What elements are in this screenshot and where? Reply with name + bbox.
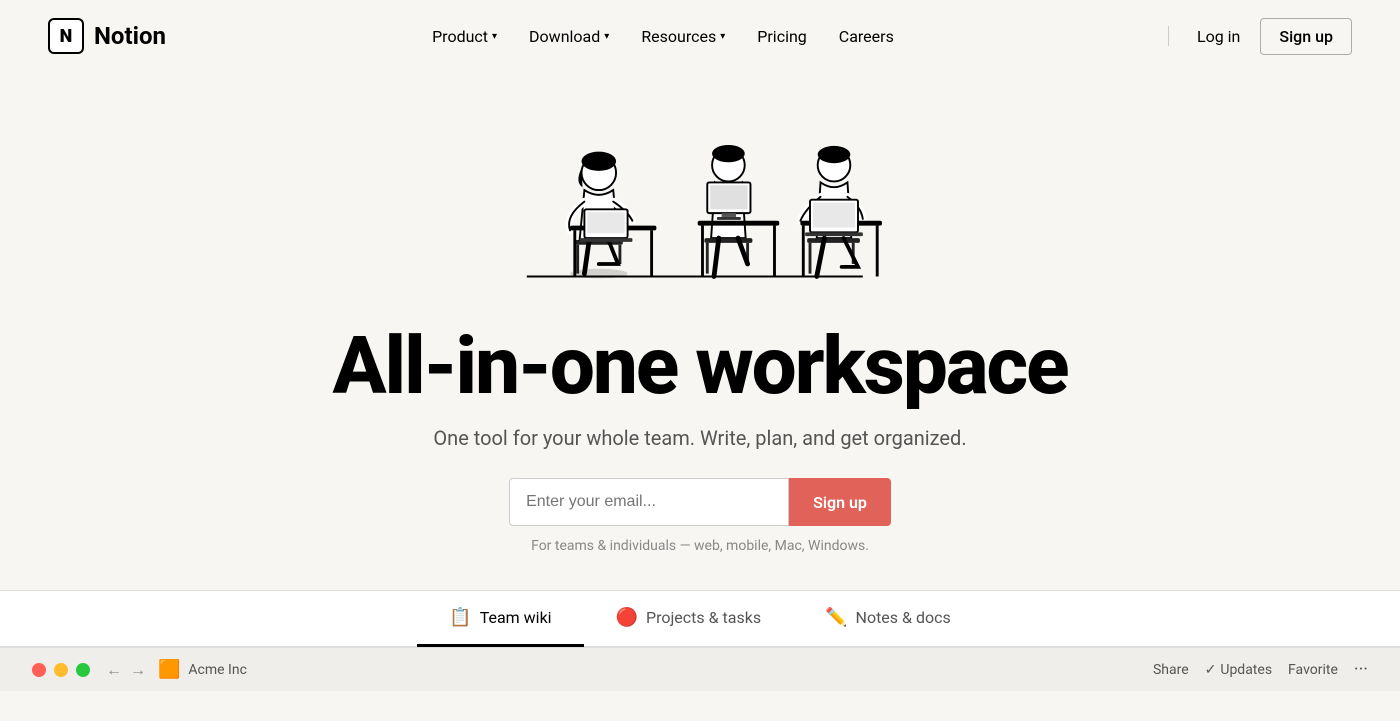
hero-note: For teams & individuals — web, mobile, M… [531,538,869,554]
forward-icon[interactable]: → [130,660,146,680]
logo-icon: N [48,18,84,54]
browser-bar: ← → 🟧 Acme Inc Share ✓ Updates Favorite … [0,647,1400,691]
chevron-down-icon: ▾ [492,31,497,42]
nav-divider [1168,26,1169,46]
tab-emoji-notes: ✏️ [825,607,847,628]
nav-product[interactable]: Product ▾ [420,19,509,54]
chevron-down-icon: ▾ [604,31,609,42]
more-options-icon[interactable]: ··· [1354,659,1368,680]
hero-illustration [450,92,950,312]
share-button[interactable]: Share [1153,662,1189,678]
breadcrumb: 🟧 Acme Inc [158,659,247,680]
tab-label-projects: Projects & tasks [646,608,761,627]
tab-notes-docs[interactable]: ✏️ Notes & docs [793,591,983,647]
email-input[interactable] [509,478,789,526]
signup-nav-button[interactable]: Sign up [1260,18,1352,55]
hero-section: All-in-one workspace One tool for your w… [0,72,1400,590]
nav-right: Log in Sign up [1160,18,1352,55]
back-icon[interactable]: ← [106,660,122,680]
window-controls [32,663,90,677]
hero-subtitle: One tool for your whole team. Write, pla… [433,426,966,450]
nav-careers[interactable]: Careers [827,19,906,54]
logo-link[interactable]: N Notion [48,18,166,54]
updates-button[interactable]: ✓ Updates [1205,662,1272,678]
maximize-button[interactable] [76,663,90,677]
bottom-actions: Share ✓ Updates Favorite ··· [1153,659,1368,680]
favorite-button[interactable]: Favorite [1288,662,1338,678]
nav-center: Product ▾ Download ▾ Resources ▾ Pricing… [420,19,906,54]
browser-nav: ← → [106,660,146,680]
minimize-button[interactable] [54,663,68,677]
hero-cta: Sign up [509,478,891,526]
tab-label-notes: Notes & docs [856,608,951,627]
hero-title: All-in-one workspace [332,322,1067,410]
tab-emoji-projects: 🔴 [616,607,638,628]
login-button[interactable]: Log in [1181,19,1256,54]
tab-label-wiki: Team wiki [480,608,552,627]
breadcrumb-text: Acme Inc [188,662,247,678]
tab-projects-tasks[interactable]: 🔴 Projects & tasks [584,591,794,647]
hero-signup-button[interactable]: Sign up [789,478,891,526]
nav-resources[interactable]: Resources ▾ [629,19,737,54]
notion-favicon: 🟧 [158,659,180,680]
tab-team-wiki[interactable]: 📋 Team wiki [417,591,583,647]
close-button[interactable] [32,663,46,677]
nav-pricing[interactable]: Pricing [745,19,819,54]
navbar: N Notion Product ▾ Download ▾ Resources … [0,0,1400,72]
chevron-down-icon: ▾ [720,31,725,42]
tab-emoji-wiki: 📋 [449,607,471,628]
logo-text: Notion [94,22,166,50]
tabs-section: 📋 Team wiki 🔴 Projects & tasks ✏️ Notes … [0,590,1400,691]
nav-download[interactable]: Download ▾ [517,19,621,54]
tabs-bar: 📋 Team wiki 🔴 Projects & tasks ✏️ Notes … [0,591,1400,647]
